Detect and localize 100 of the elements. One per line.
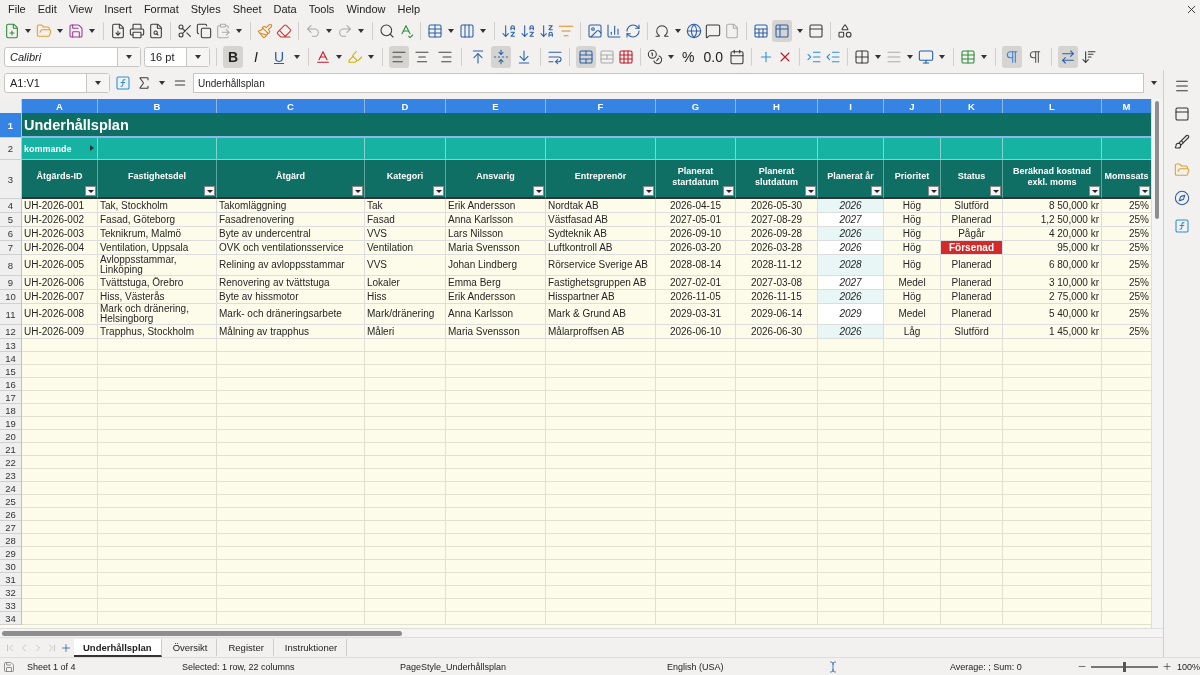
split-cells-icon[interactable] bbox=[599, 49, 615, 65]
row-header[interactable]: 31 bbox=[0, 573, 22, 586]
row-header[interactable]: 9 bbox=[0, 276, 22, 290]
filter-button[interactable] bbox=[805, 186, 816, 196]
filter-button[interactable] bbox=[1089, 186, 1100, 196]
row-header[interactable]: 17 bbox=[0, 391, 22, 404]
caret-icon[interactable] bbox=[906, 55, 913, 59]
filter-button[interactable] bbox=[85, 186, 96, 196]
row-header[interactable]: 25 bbox=[0, 495, 22, 508]
column-header[interactable]: C bbox=[217, 99, 365, 113]
text-direction-button[interactable] bbox=[1057, 46, 1078, 68]
caret-icon[interactable] bbox=[668, 55, 674, 59]
caret-icon[interactable] bbox=[57, 29, 63, 33]
search-icon[interactable] bbox=[379, 23, 395, 39]
row-header[interactable]: 32 bbox=[0, 586, 22, 599]
filter-button[interactable] bbox=[533, 186, 544, 196]
filter-button[interactable] bbox=[643, 186, 654, 196]
menu-item[interactable]: Tools bbox=[302, 3, 341, 15]
coins-icon[interactable] bbox=[647, 49, 663, 65]
row-header[interactable]: 24 bbox=[0, 482, 22, 495]
bold-button[interactable]: B bbox=[223, 46, 243, 68]
menu-item[interactable]: View bbox=[62, 3, 99, 15]
menu-item[interactable]: Help bbox=[391, 3, 427, 15]
font-color-icon[interactable] bbox=[315, 49, 331, 65]
wrap-text-icon[interactable] bbox=[547, 49, 563, 65]
align-button[interactable] bbox=[389, 46, 409, 68]
scissors-icon[interactable] bbox=[177, 23, 193, 39]
row-header[interactable]: 12 bbox=[0, 325, 22, 339]
styles-icon[interactable] bbox=[1174, 134, 1190, 150]
sort-ascending-icon[interactable] bbox=[520, 23, 536, 39]
column-header[interactable]: H bbox=[736, 99, 818, 113]
filter-button[interactable] bbox=[204, 186, 215, 196]
row-header[interactable]: 30 bbox=[0, 560, 22, 573]
row-header[interactable]: 33 bbox=[0, 599, 22, 612]
caret-icon[interactable] bbox=[368, 55, 374, 59]
grid-icon[interactable] bbox=[618, 49, 634, 65]
table-icon[interactable] bbox=[427, 23, 443, 39]
row-header[interactable]: 15 bbox=[0, 365, 22, 378]
formula-field[interactable]: Underhållsplan bbox=[193, 73, 1144, 93]
caret-icon[interactable] bbox=[159, 81, 165, 85]
zoom-thumb[interactable] bbox=[1123, 661, 1127, 672]
caret-icon[interactable] bbox=[874, 55, 881, 59]
filter-button[interactable] bbox=[871, 186, 882, 196]
column-header[interactable]: M bbox=[1102, 99, 1151, 113]
menu-item[interactable]: Format bbox=[137, 3, 185, 15]
caret-icon[interactable] bbox=[1151, 81, 1157, 85]
zoom-in-icon[interactable] bbox=[1161, 661, 1172, 672]
caret-icon[interactable] bbox=[938, 55, 945, 59]
filter-button[interactable] bbox=[1139, 186, 1150, 196]
row-header[interactable]: 8 bbox=[0, 255, 22, 276]
calendar-icon[interactable] bbox=[728, 49, 745, 65]
horizontal-scrollbar[interactable] bbox=[0, 628, 1163, 637]
row-header[interactable]: 34 bbox=[0, 612, 22, 625]
row-header[interactable]: 28 bbox=[0, 534, 22, 547]
sort-descending-icon[interactable] bbox=[539, 23, 555, 39]
row-header[interactable]: 4 bbox=[0, 199, 22, 213]
align-button[interactable] bbox=[491, 46, 511, 68]
caret-icon[interactable] bbox=[25, 29, 31, 33]
row-header[interactable]: 11 bbox=[0, 304, 22, 325]
eraser-icon[interactable] bbox=[276, 23, 292, 39]
row-header[interactable]: 29 bbox=[0, 547, 22, 560]
row-header[interactable]: 7 bbox=[0, 241, 22, 255]
navigator-icon[interactable] bbox=[1174, 190, 1190, 206]
row-header[interactable]: 23 bbox=[0, 469, 22, 482]
function-icon[interactable] bbox=[115, 75, 131, 91]
image-icon[interactable] bbox=[587, 23, 603, 39]
caret-icon[interactable] bbox=[480, 29, 486, 33]
caret-icon[interactable] bbox=[89, 29, 95, 33]
chart-icon[interactable] bbox=[606, 23, 622, 39]
row-header[interactable]: 16 bbox=[0, 378, 22, 391]
omega-icon[interactable] bbox=[654, 23, 670, 39]
column-header[interactable]: F bbox=[546, 99, 656, 113]
column-header[interactable]: B bbox=[98, 99, 217, 113]
pdf-export-icon[interactable] bbox=[110, 23, 126, 39]
caret-icon[interactable] bbox=[448, 29, 454, 33]
sheet-tab[interactable]: Register bbox=[219, 638, 274, 657]
save-icon[interactable] bbox=[68, 23, 84, 39]
row-header[interactable]: 19 bbox=[0, 417, 22, 430]
percent-button[interactable]: % bbox=[679, 49, 698, 65]
caret-icon[interactable] bbox=[326, 29, 332, 33]
caret-icon[interactable] bbox=[675, 29, 681, 33]
column-header[interactable]: D bbox=[365, 99, 446, 113]
underline-button[interactable]: U bbox=[269, 46, 289, 68]
menu-item[interactable]: Data bbox=[267, 3, 303, 15]
caret-icon[interactable] bbox=[95, 81, 101, 85]
row-header[interactable]: 10 bbox=[0, 290, 22, 304]
indent-decrease-icon[interactable] bbox=[824, 49, 841, 65]
row-header[interactable]: 18 bbox=[0, 404, 22, 417]
row-header[interactable]: 2 bbox=[0, 138, 22, 160]
printer-icon[interactable] bbox=[129, 23, 145, 39]
number-format-button[interactable]: 0.0 bbox=[700, 49, 726, 65]
menu-icon[interactable] bbox=[1174, 78, 1190, 94]
borders-icon[interactable] bbox=[853, 49, 870, 65]
row-header[interactable]: 3 bbox=[0, 160, 22, 199]
menu-item[interactable]: Window bbox=[340, 3, 392, 15]
sort-icon[interactable] bbox=[501, 23, 517, 39]
row-header[interactable]: 1 bbox=[0, 113, 22, 138]
direction-button[interactable] bbox=[1001, 46, 1022, 68]
sheet-tab[interactable]: Översikt bbox=[163, 638, 218, 657]
filter-button[interactable] bbox=[723, 186, 734, 196]
